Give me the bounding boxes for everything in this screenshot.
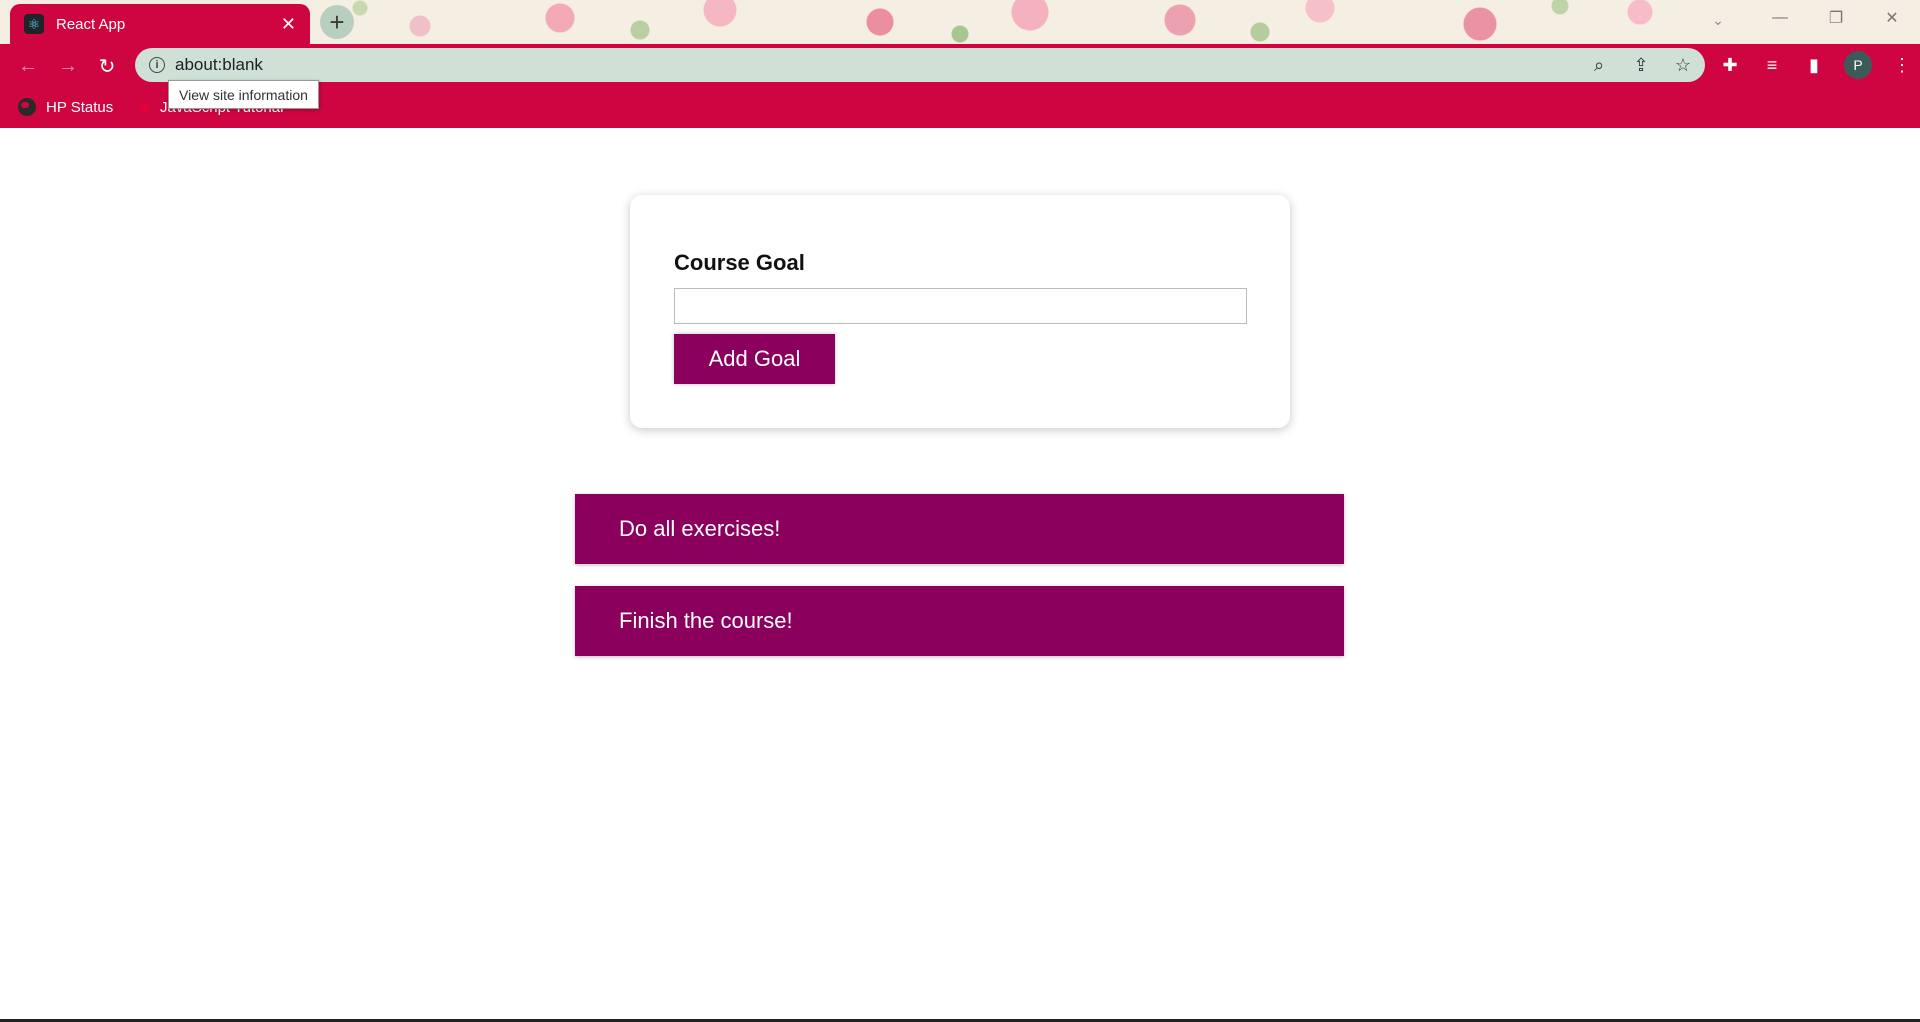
forward-arrow-icon[interactable]: →: [52, 50, 84, 82]
puzzle-icon[interactable]: ✚: [1718, 55, 1742, 76]
tab-close-icon[interactable]: ✕: [281, 14, 296, 35]
goal-input[interactable]: [674, 288, 1247, 324]
kebab-menu-icon[interactable]: ⋮: [1890, 55, 1914, 76]
tab-title: React App: [56, 15, 126, 33]
side-panel-icon[interactable]: ▮: [1802, 55, 1826, 76]
goal-form: Course Goal Add Goal: [630, 195, 1290, 428]
bookmark-hp-status[interactable]: HP Status: [18, 98, 113, 116]
minimize-icon[interactable]: —: [1752, 0, 1808, 36]
new-tab-button[interactable]: +: [320, 5, 354, 39]
back-arrow-icon[interactable]: ←: [12, 50, 44, 82]
window-controls: — ❐ ✕: [1752, 0, 1920, 36]
bookmark-label: HP Status: [46, 98, 114, 116]
browser-titlebar: ⚛ React App ✕ + ⌄ — ❐ ✕: [0, 0, 1920, 44]
zoom-icon[interactable]: ⌕: [1589, 55, 1609, 76]
add-goal-button[interactable]: Add Goal: [674, 334, 835, 384]
reading-list-icon[interactable]: ≡: [1760, 55, 1784, 76]
avatar[interactable]: P: [1844, 51, 1872, 79]
page-content: Course Goal Add Goal Do all exercises! F…: [0, 128, 1920, 1019]
info-icon[interactable]: i: [149, 57, 165, 73]
omnibox-actions: ⌕ ⇪ ☆: [1589, 48, 1693, 82]
share-icon[interactable]: ⇪: [1631, 55, 1651, 76]
bookmark-icon: ◆: [139, 98, 151, 115]
browser-tab[interactable]: ⚛ React App ✕: [10, 4, 310, 44]
goal-list: Do all exercises! Finish the course!: [575, 494, 1344, 678]
extension-icons: ✚ ≡ ▮ P ⋮: [1718, 48, 1914, 82]
reload-icon[interactable]: ↻: [91, 50, 123, 82]
goal-item[interactable]: Do all exercises!: [575, 494, 1344, 564]
url-text[interactable]: about:blank: [175, 55, 263, 75]
goal-label: Course Goal: [674, 250, 805, 275]
star-icon[interactable]: ☆: [1673, 55, 1693, 76]
site-info-tooltip: View site information: [168, 80, 319, 109]
close-window-icon[interactable]: ✕: [1864, 0, 1920, 36]
goal-item[interactable]: Finish the course!: [575, 586, 1344, 656]
globe-icon: [18, 98, 36, 116]
chevron-down-icon[interactable]: ⌄: [1704, 6, 1732, 34]
react-logo-icon: ⚛: [24, 14, 44, 34]
address-bar[interactable]: i about:blank ⌕ ⇪ ☆: [135, 48, 1705, 82]
restore-icon[interactable]: ❐: [1808, 0, 1864, 36]
